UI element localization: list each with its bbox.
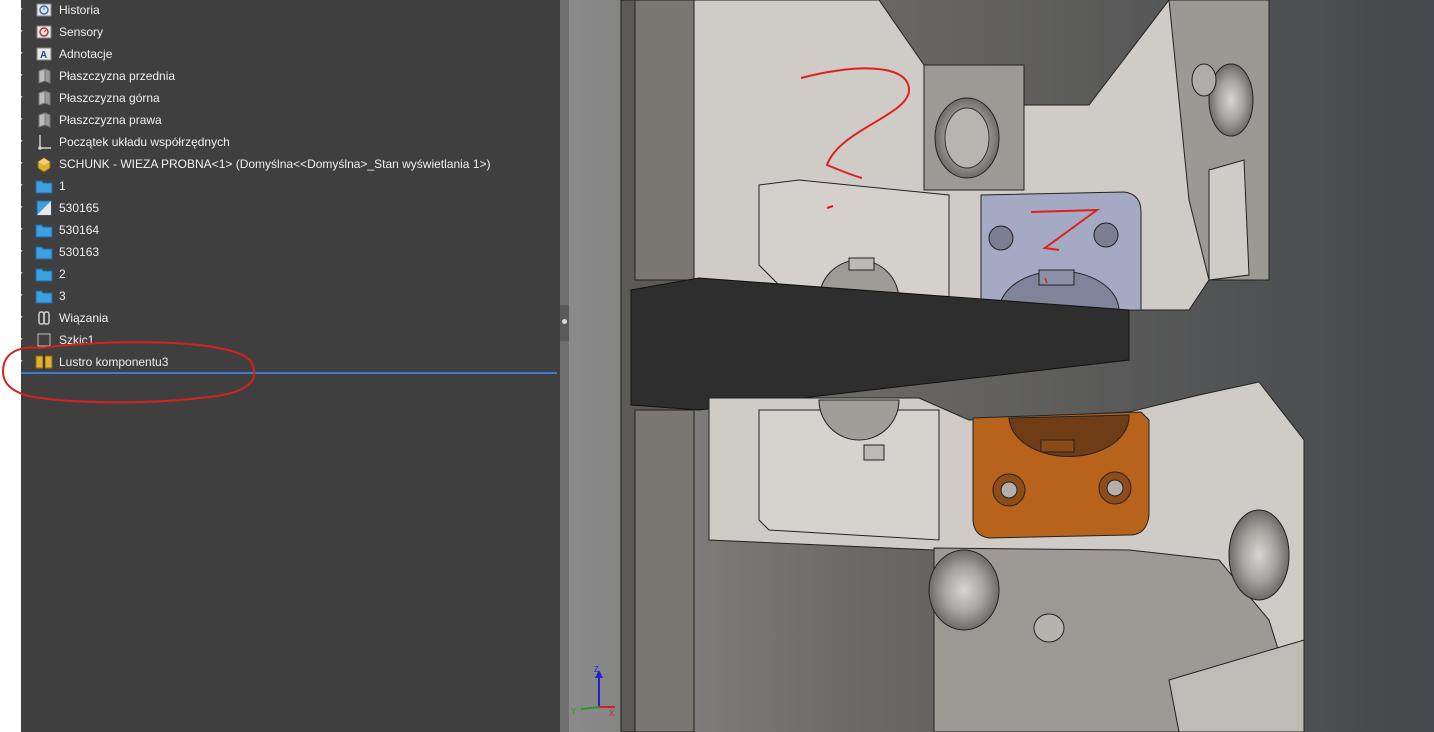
tree-item-label: Wiązania (59, 311, 109, 325)
feature-manager-tree[interactable]: ▸ Historia ▸ Sensory ▸ A Adnotacje ▸ Płaszczyzna… (21, 0, 560, 732)
expand-arrow-icon[interactable]: ▸ (21, 4, 27, 14)
tree-item[interactable]: ▸ 530163 (21, 241, 560, 263)
expand-arrow-icon[interactable]: ▸ (21, 334, 27, 344)
expand-arrow-icon[interactable]: ▸ (21, 70, 27, 80)
tree-item[interactable]: ▸ Szkic1 (21, 329, 560, 351)
expand-arrow-icon[interactable]: ▸ (21, 48, 27, 58)
expand-arrow-icon[interactable]: ▸ (21, 92, 27, 102)
triad-y-label: Y (571, 707, 577, 716)
tree-item-label: Płaszczyzna prawa (59, 113, 162, 127)
tree-item-label: 530165 (59, 201, 100, 215)
expand-arrow-icon[interactable]: ▸ (21, 268, 27, 278)
tree-item[interactable]: ▸ SCHUNK - WIEZA PROBNA<1> (Domyślna<<Dom… (21, 153, 560, 175)
expand-arrow-icon[interactable]: ▸ (21, 180, 27, 190)
splitter-handle-icon[interactable] (562, 319, 567, 324)
expand-arrow-icon[interactable]: ▸ (21, 26, 27, 36)
rollback-bar[interactable] (21, 372, 557, 374)
mirror-component-icon (35, 353, 53, 371)
tree-item[interactable]: ▸ Lustro komponentu3 (21, 351, 560, 373)
tree-item-label: 3 (59, 289, 66, 303)
svg-text:A: A (40, 50, 47, 61)
tree-item-label: Szkic1 (59, 333, 95, 347)
tree-item-label: Płaszczyzna przednia (59, 69, 176, 83)
folder-icon (35, 265, 53, 283)
tree-item[interactable]: ▸ Historia (21, 0, 560, 21)
tree-item-label: Historia (59, 3, 100, 17)
tree-item[interactable]: ▸ Płaszczyzna prawa (21, 109, 560, 131)
annotations-icon: A (35, 45, 53, 63)
tree-item-label: SCHUNK - WIEZA PROBNA<1> (Domyślna<<Domy… (59, 157, 491, 171)
part-icon (35, 199, 53, 217)
expand-arrow-icon[interactable]: ▸ (21, 312, 27, 322)
tree-item-label: 1 (59, 179, 66, 193)
tree-item[interactable]: ▸ Wiązania (21, 307, 560, 329)
plane-icon (35, 67, 53, 85)
tree-item-label: Sensory (59, 25, 104, 39)
sketch-icon (35, 331, 53, 349)
graphics-viewport[interactable] (569, 0, 1434, 732)
tree-item[interactable]: ▸ Początek układu współrzędnych (21, 131, 560, 153)
mates-icon (35, 309, 53, 327)
panel-splitter[interactable] (560, 0, 569, 732)
expand-arrow-icon[interactable]: ▸ (21, 356, 27, 366)
expand-arrow-icon[interactable]: ▸ (21, 246, 27, 256)
view-orientation-triad: Z Y X (571, 665, 615, 718)
plane-icon (35, 111, 53, 129)
history-icon (35, 1, 53, 19)
tree-item-label: Początek układu współrzędnych (59, 135, 230, 149)
tree-item[interactable]: ▸ 2 (21, 263, 560, 285)
folder-icon (35, 287, 53, 305)
assembly-icon (35, 155, 53, 173)
window-left-margin (0, 0, 21, 732)
tree-item[interactable]: ▸ Płaszczyzna górna (21, 87, 560, 109)
expand-arrow-icon[interactable]: ▸ (21, 202, 27, 212)
tree-item-label: Lustro komponentu3 (59, 355, 169, 369)
tree-item[interactable]: ▸ 1 (21, 175, 560, 197)
triad-z-label: Z (594, 665, 599, 674)
plane-icon (35, 89, 53, 107)
expand-arrow-icon[interactable]: ▸ (21, 114, 27, 124)
tree-item[interactable]: ▸ A Adnotacje (21, 43, 560, 65)
sensors-icon (35, 23, 53, 41)
folder-icon (35, 177, 53, 195)
tree-item[interactable]: ▸ 530165 (21, 197, 560, 219)
expand-arrow-icon[interactable]: ▸ (21, 290, 27, 300)
expand-arrow-icon[interactable]: ▸ (21, 224, 27, 234)
tree-item-label: Płaszczyzna górna (59, 91, 160, 105)
triad-x-label: X (609, 709, 615, 718)
expand-arrow-icon[interactable]: ▸ (21, 136, 27, 146)
tree-item-label: Adnotacje (59, 47, 113, 61)
origin-icon (35, 133, 53, 151)
folder-icon (35, 221, 53, 239)
tree-item-label: 530164 (59, 223, 100, 237)
tree-item[interactable]: ▸ 530164 (21, 219, 560, 241)
tree-item[interactable]: ▸ Płaszczyzna przednia (21, 65, 560, 87)
expand-arrow-icon[interactable]: ▸ (21, 158, 27, 168)
folder-icon (35, 243, 53, 261)
tree-item[interactable]: ▸ Sensory (21, 21, 560, 43)
tree-item-label: 530163 (59, 245, 100, 259)
tree-item[interactable]: ▸ 3 (21, 285, 560, 307)
tree-item-label: 2 (59, 267, 66, 281)
